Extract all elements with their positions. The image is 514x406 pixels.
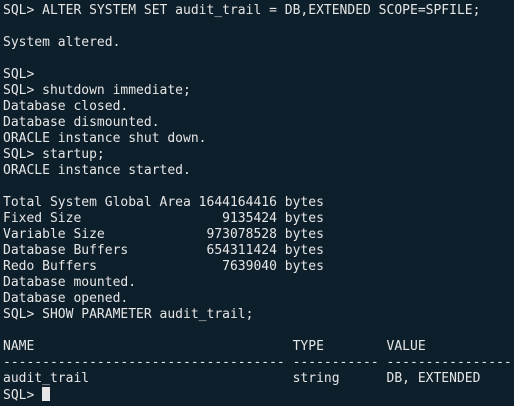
terminal-line: Database dismounted.: [3, 115, 160, 130]
command-prompt-line[interactable]: SQL>: [3, 387, 514, 403]
prompt-label: SQL>: [3, 388, 43, 403]
terminal-line: Variable Size 973078528 bytes: [3, 227, 324, 242]
terminal-line: Database closed.: [3, 99, 129, 114]
terminal-line: ORACLE instance shut down.: [3, 131, 207, 146]
terminal-line: audit_trail string DB, EXTENDED: [3, 371, 481, 386]
terminal-line: Database mounted.: [3, 275, 137, 290]
terminal-line: SQL> ALTER SYSTEM SET audit_trail = DB,E…: [3, 3, 481, 18]
terminal-line: Redo Buffers 7639040 bytes: [3, 259, 324, 274]
terminal-line: Fixed Size 9135424 bytes: [3, 211, 324, 226]
terminal-line: ------------------------------------ ---…: [3, 355, 514, 370]
terminal-line: System altered.: [3, 35, 121, 50]
terminal-line: SQL> shutdown immediate;: [3, 83, 191, 98]
terminal-line: Database Buffers 654311424 bytes: [3, 243, 324, 258]
terminal-line: SQL> SHOW PARAMETER audit_trail;: [3, 307, 254, 322]
text-cursor: [42, 387, 51, 401]
terminal-window[interactable]: SQL> ALTER SYSTEM SET audit_trail = DB,E…: [0, 0, 514, 406]
terminal-line: Total System Global Area 1644164416 byte…: [3, 195, 324, 210]
terminal-line: SQL> startup;: [3, 147, 105, 162]
terminal-line: NAME TYPE VALUE: [3, 339, 426, 354]
terminal-line: Database opened.: [3, 291, 129, 306]
terminal-line: ORACLE instance started.: [3, 163, 191, 178]
terminal-line: SQL>: [3, 67, 35, 82]
